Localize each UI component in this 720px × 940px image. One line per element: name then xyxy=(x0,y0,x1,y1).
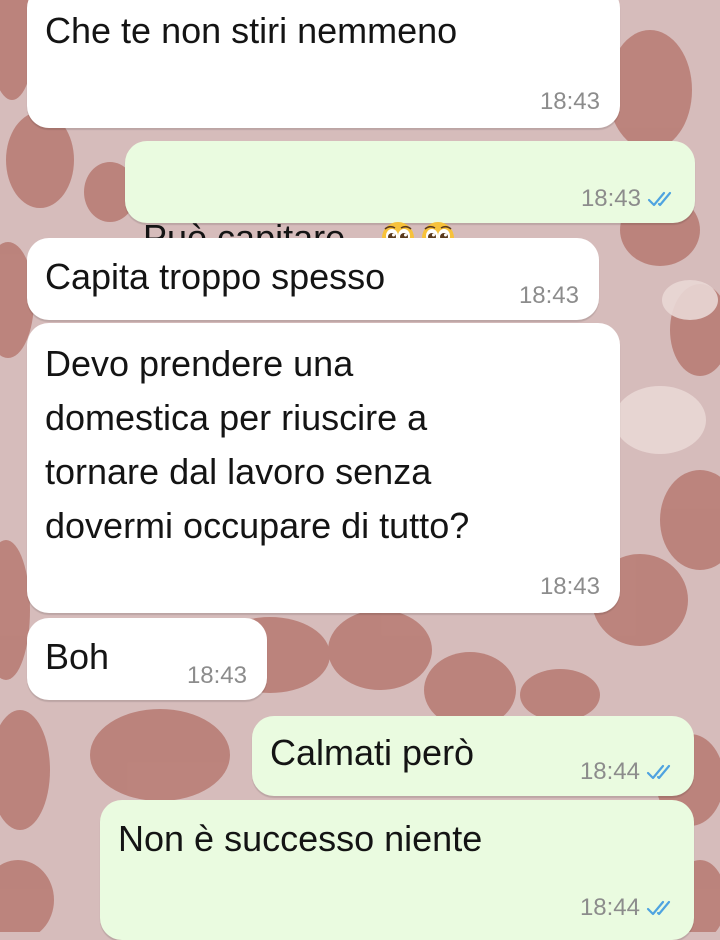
message-timestamp: 18:43 xyxy=(539,88,600,115)
message-text: Boh xyxy=(45,636,110,677)
message-bubble-incoming[interactable]: Boh 18:43 xyxy=(27,618,267,700)
message-bubble-incoming[interactable]: Capita troppo spesso 18:43 xyxy=(27,238,599,320)
message-timestamp: 18:44 xyxy=(579,894,640,921)
message-text: Che te non stiri nemmeno xyxy=(45,10,458,51)
message-text: Capita troppo spesso xyxy=(45,256,386,297)
message-timestamp: 18:43 xyxy=(539,573,600,600)
message-timestamp: 18:44 xyxy=(579,758,640,785)
read-receipt-icon xyxy=(646,899,676,917)
message-bubble-outgoing[interactable]: Calmati però 18:44 xyxy=(252,716,694,796)
message-text: Devo prendere una domestica per riuscire… xyxy=(45,343,470,546)
read-receipt-icon xyxy=(646,763,676,781)
message-text: Non è successo niente xyxy=(118,818,483,859)
message-bubble-incoming[interactable]: Che te non stiri nemmeno 18:43 xyxy=(27,0,620,128)
message-timestamp: 18:43 xyxy=(518,282,579,309)
message-text: Calmati però xyxy=(270,732,475,773)
read-receipt-icon xyxy=(647,190,677,208)
message-timestamp: 18:43 xyxy=(580,185,641,212)
message-bubble-incoming[interactable]: Devo prendere una domestica per riuscire… xyxy=(27,323,620,613)
message-bubble-outgoing[interactable]: Può capitare... xyxy=(125,141,695,258)
message-bubble-outgoing[interactable]: Non è successo niente 18:44 xyxy=(100,800,694,940)
message-timestamp: 18:43 xyxy=(186,662,247,689)
